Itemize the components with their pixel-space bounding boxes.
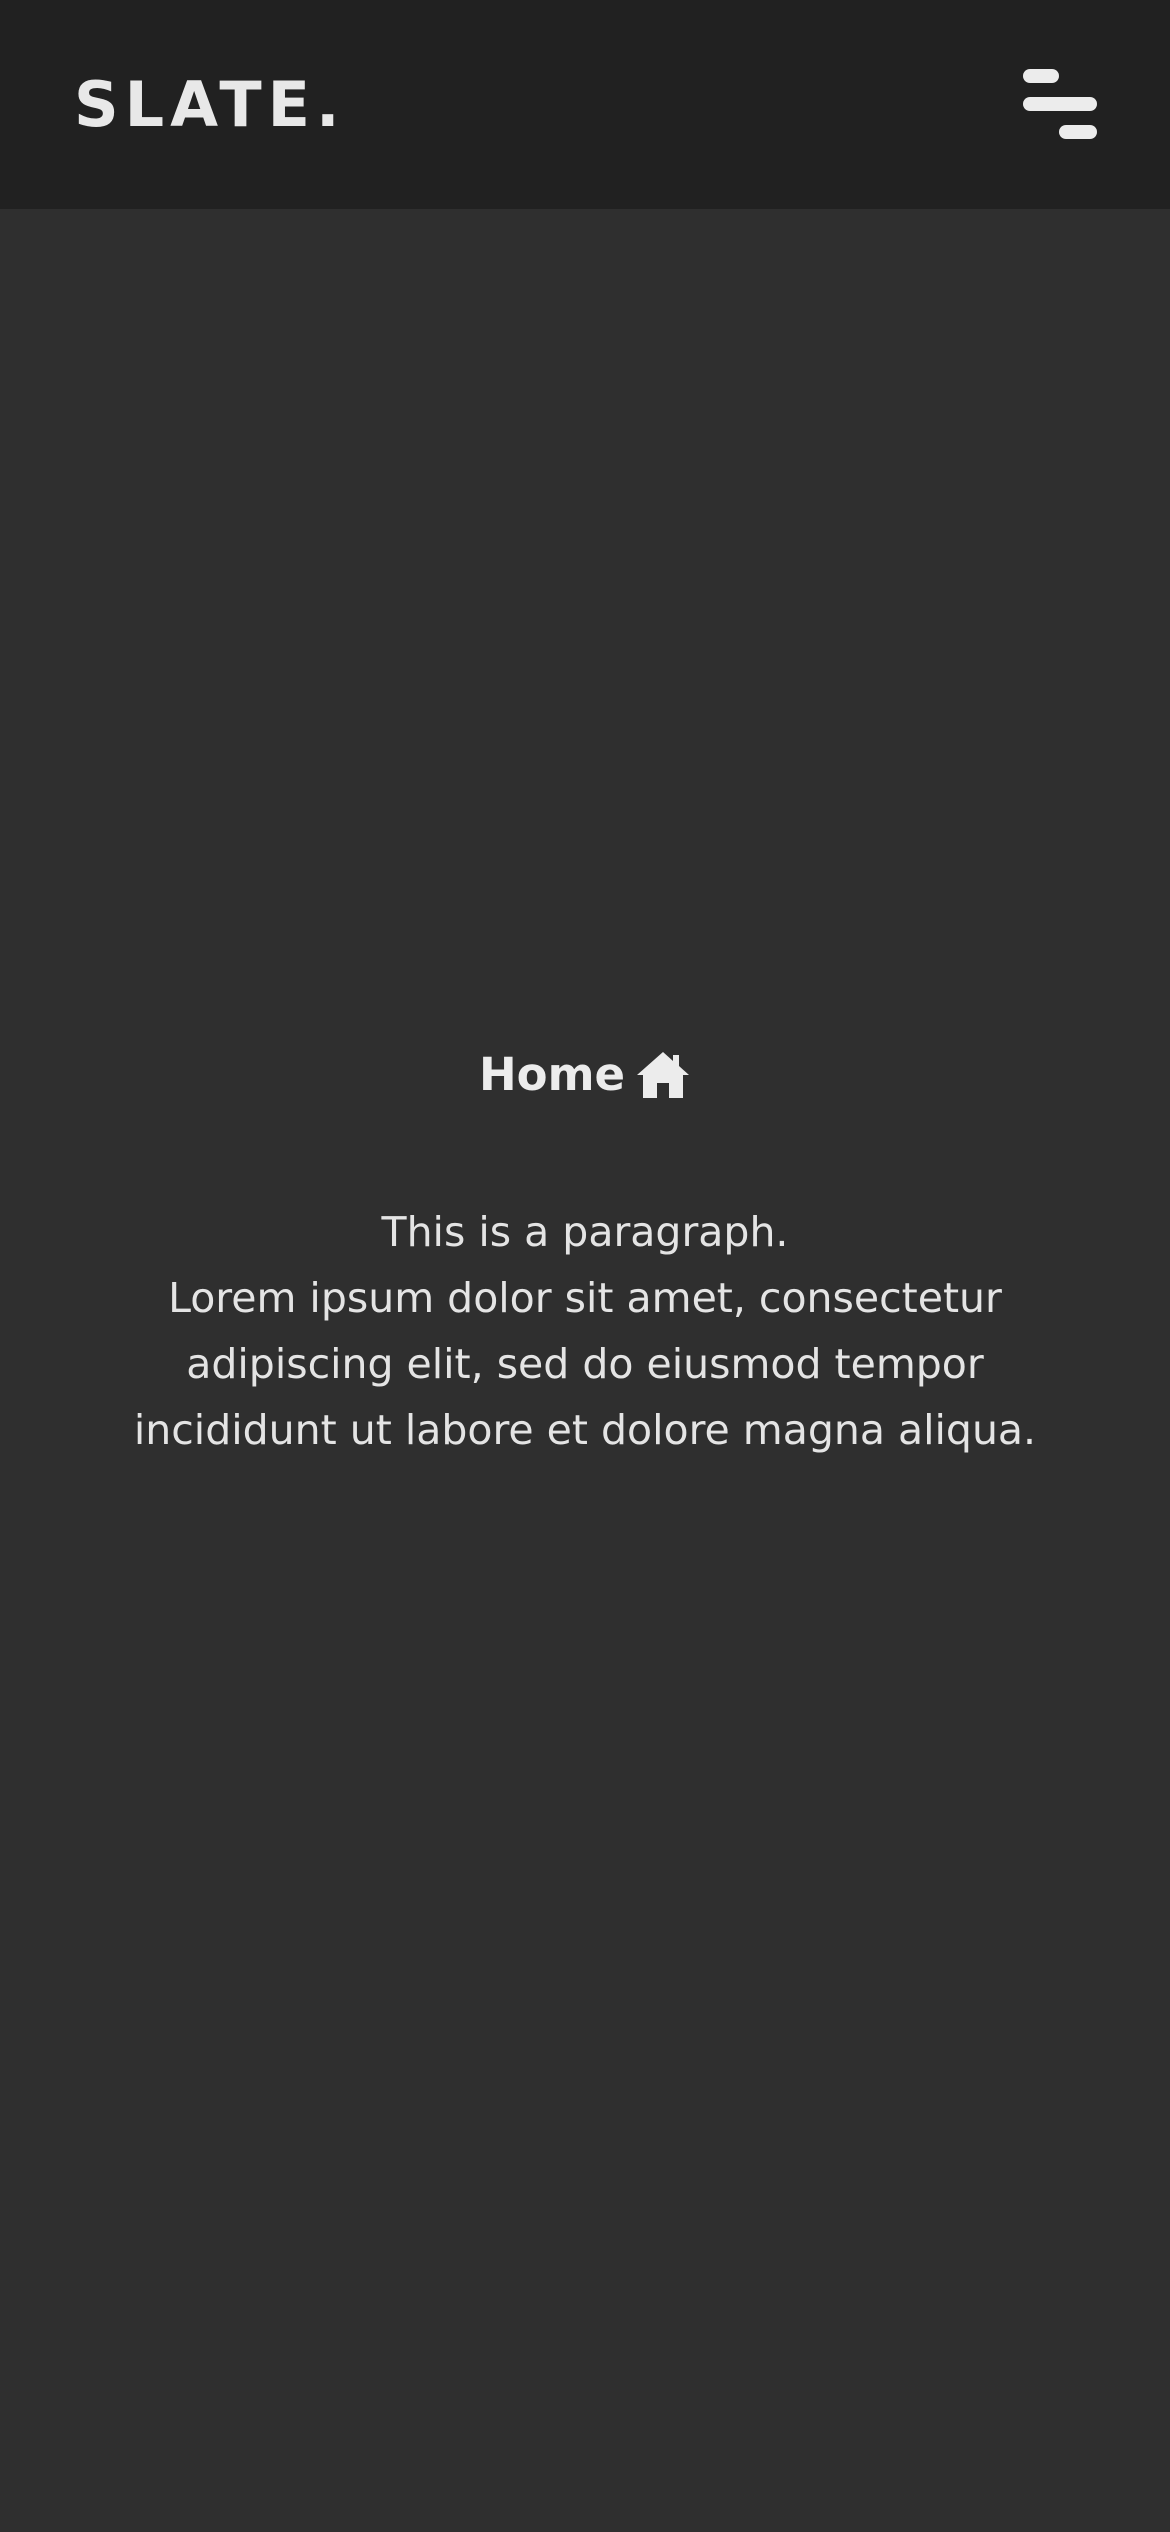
menu-icon-bar-top: [1023, 69, 1059, 83]
page-heading: Home: [0, 1037, 1170, 1113]
top-header: SLATE.: [0, 0, 1170, 209]
paragraph-line-intro: This is a paragraph.: [381, 1208, 789, 1256]
home-icon: [635, 1049, 691, 1101]
menu-button[interactable]: [1010, 58, 1114, 150]
page-title: Home: [479, 1048, 625, 1101]
paragraph-body: Lorem ipsum dolor sit amet, consectetur …: [133, 1274, 1037, 1454]
menu-icon-bar-middle: [1023, 97, 1097, 111]
intro-paragraph: This is a paragraph. Lorem ipsum dolor s…: [85, 1199, 1085, 1463]
site-logo[interactable]: SLATE.: [74, 62, 346, 148]
main-content: Home This is a paragraph. Lorem ipsum do…: [0, 209, 1170, 2532]
menu-icon-bar-bottom: [1059, 125, 1097, 139]
